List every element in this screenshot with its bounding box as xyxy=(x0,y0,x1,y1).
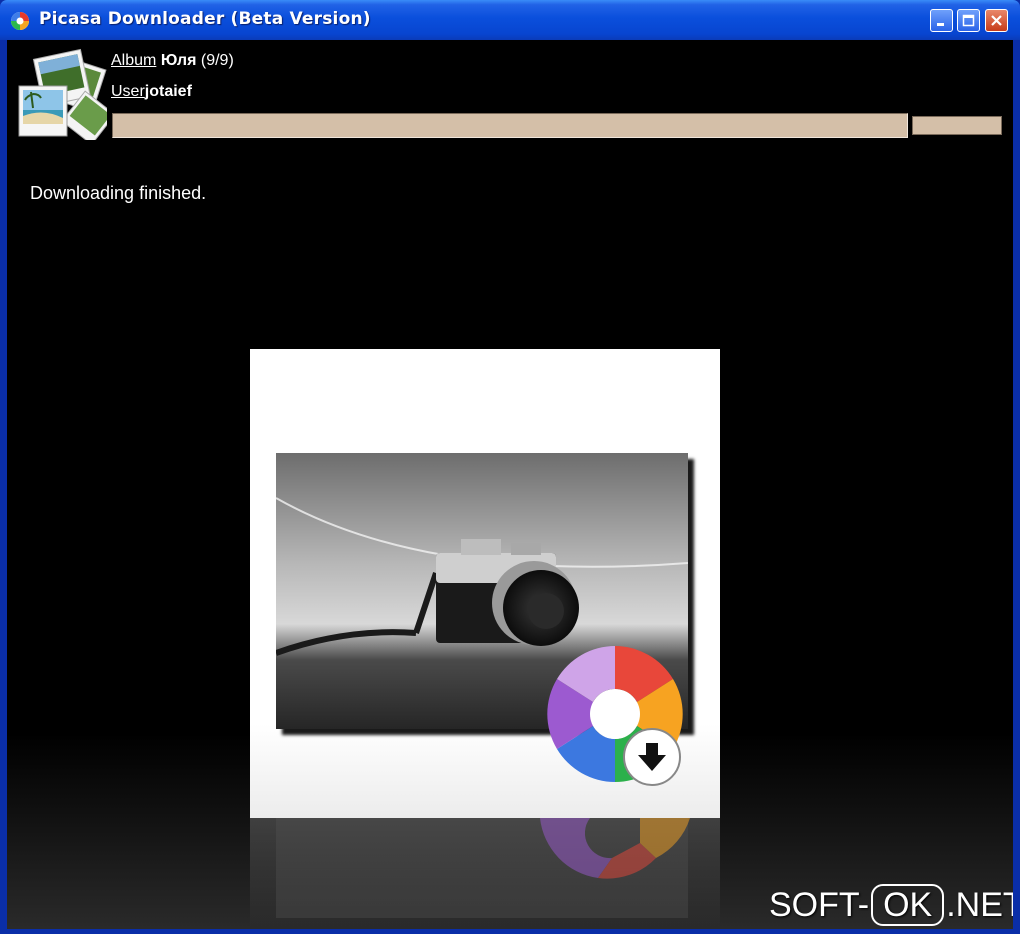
main-panel: Album Юля (9/9) Userjotaief Downloading … xyxy=(7,40,1013,929)
picasa-download-logo xyxy=(250,349,720,818)
watermark-prefix: SOFT- xyxy=(769,885,870,924)
album-info: Album Юля (9/9) xyxy=(111,52,234,70)
close-icon xyxy=(991,15,1002,26)
photo-stack-icon xyxy=(18,48,107,140)
album-link[interactable]: Album xyxy=(111,52,156,69)
picasa-icon xyxy=(11,12,29,30)
minimize-button[interactable] xyxy=(930,9,953,32)
album-name: Юля xyxy=(160,52,197,69)
overall-progress-bar xyxy=(112,113,908,138)
close-button[interactable] xyxy=(985,9,1008,32)
picasa-logo-icon xyxy=(547,646,683,786)
user-name: jotaief xyxy=(144,83,192,100)
status-text: Downloading finished. xyxy=(30,183,207,203)
window-title: Picasa Downloader (Beta Version) xyxy=(39,9,371,29)
title-bar[interactable]: Picasa Downloader (Beta Version) xyxy=(0,0,1020,40)
user-info: Userjotaief xyxy=(111,83,192,101)
user-link[interactable]: User xyxy=(111,83,145,100)
maximize-button[interactable] xyxy=(957,9,980,32)
overall-progress-fill xyxy=(113,114,907,137)
app-window: Picasa Downloader (Beta Version) Album Ю… xyxy=(0,0,1020,934)
minimize-icon xyxy=(937,23,944,26)
maximize-icon xyxy=(962,14,975,27)
item-progress-bar xyxy=(912,116,1002,135)
watermark-boxed: OK xyxy=(871,884,945,926)
logo-reflection xyxy=(250,818,720,929)
watermark: SOFT- OK .NET xyxy=(769,883,1013,927)
watermark-suffix: .NET xyxy=(946,885,1013,924)
album-count: (9/9) xyxy=(200,52,234,69)
